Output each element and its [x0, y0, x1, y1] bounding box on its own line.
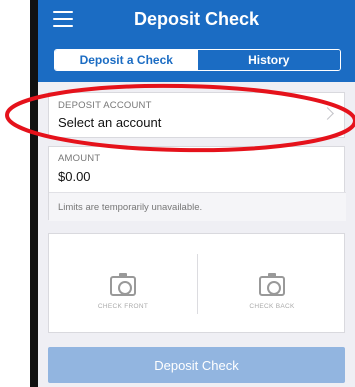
device-bezel: [30, 0, 38, 387]
check-back-label: CHECK BACK: [249, 303, 295, 310]
check-photo-card: CHECK FRONT CHECK BACK: [48, 233, 345, 333]
amount-label: AMOUNT: [58, 153, 101, 164]
deposit-account-label: DEPOSIT ACCOUNT: [58, 100, 152, 111]
tab-bar: Deposit a Check History: [54, 49, 341, 71]
camera-icon: [259, 273, 285, 296]
deposit-account-selector[interactable]: DEPOSIT ACCOUNT Select an account: [48, 92, 345, 138]
deposit-account-value: Select an account: [58, 115, 162, 130]
app-screen: Deposit Check Deposit a Check History DE…: [38, 0, 355, 387]
deposit-check-button[interactable]: Deposit Check: [48, 347, 345, 383]
tab-history[interactable]: History: [197, 50, 340, 70]
app-header: Deposit Check Deposit a Check History: [38, 0, 355, 82]
check-front-label: CHECK FRONT: [97, 303, 149, 310]
chevron-right-icon: [321, 107, 334, 120]
page-title: Deposit Check: [133, 9, 260, 29]
camera-icon: [110, 273, 136, 296]
amount-input[interactable]: $0.00: [58, 169, 91, 184]
check-back-capture[interactable]: CHECK BACK: [198, 234, 346, 334]
check-front-capture[interactable]: CHECK FRONT: [49, 234, 197, 334]
limits-notice: Limits are temporarily unavailable.: [49, 193, 346, 221]
tab-deposit-a-check[interactable]: Deposit a Check: [55, 50, 198, 70]
amount-card: AMOUNT $0.00 Limits are temporarily unav…: [48, 146, 346, 221]
